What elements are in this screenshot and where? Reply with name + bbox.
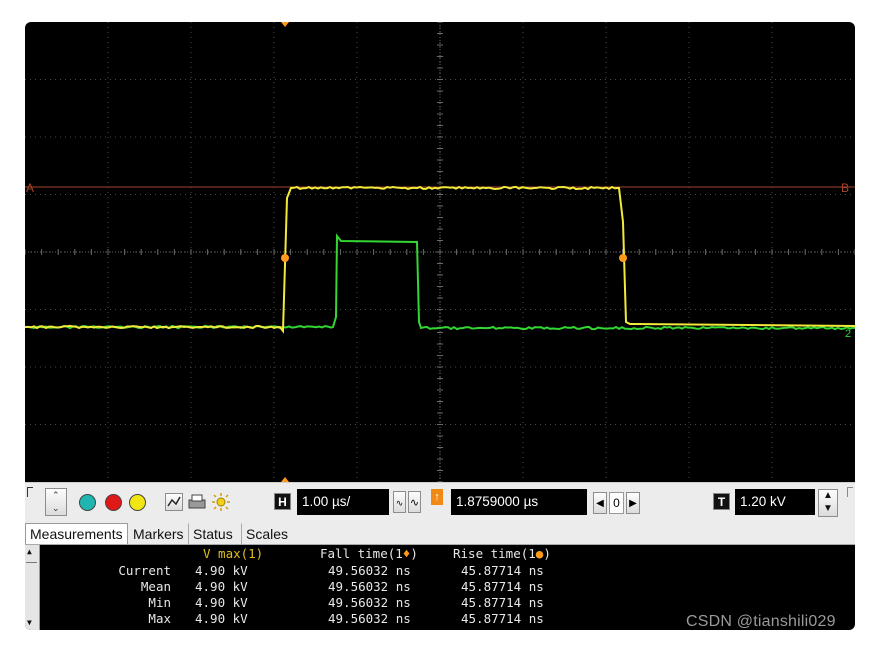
waveform-display[interactable]: A B 2 [25,22,855,482]
tab-markers[interactable]: Markers [128,523,189,544]
row-rise-time: 45.87714 ns [461,595,544,611]
row-vmax: 4.90 kV [195,611,248,627]
rise-time-marker-point [619,254,627,262]
row-vmax: 4.90 kV [195,595,248,611]
position-right-button[interactable]: ▶ [626,492,640,514]
scroll-up-icon[interactable]: ▲ [27,547,32,556]
oscilloscope-window: A B 2 ⌃ ⌄ H 1.00 µs/ ∿ ∿ ↑ 1.8759000 µs … [25,22,855,630]
waveform-svg: A B 2 [25,22,855,482]
row-fall-time: 49.56032 ns [328,595,411,611]
top-trigger-marker [281,22,289,27]
row-label: Current [109,563,171,579]
header-fall-time: Fall time(1♦) [320,546,418,562]
toolbar-end-grip-icon [847,487,853,497]
tab-scales[interactable]: Scales [241,523,293,544]
trigger-level-spinner[interactable]: ▲ ▼ [818,489,838,517]
header-vmax: V max(1) [203,546,263,562]
channel-yellow-button[interactable] [129,494,146,511]
row-fall-time: 49.56032 ns [328,579,411,595]
row-rise-time: 45.87714 ns [461,563,544,579]
row-fall-time: 49.56032 ns [328,563,411,579]
row-label: Max [109,611,171,627]
row-label: Mean [109,579,171,595]
channel-cyan-button[interactable] [79,494,96,511]
vertical-scroll-button[interactable]: ⌃ ⌄ [45,488,67,516]
marker-b-label: B [841,181,849,195]
row-rise-time: 45.87714 ns [461,611,544,627]
marker-a-label: A [26,181,34,195]
coarse-adjust-icon[interactable]: ∿ [408,491,421,513]
header-rise-time: Rise time(1●) [453,546,551,562]
timebase-badge: H [274,493,291,510]
tab-bar: Measurements Markers Status Scales [25,521,855,545]
horizontal-position-field[interactable]: 1.8759000 µs [451,489,587,515]
position-left-button[interactable]: ◀ [593,492,607,514]
autoscale-icon[interactable] [165,493,183,511]
trigger-level-field[interactable]: 1.20 kV [735,489,815,515]
fall-time-marker-point [281,254,289,262]
channel-2-label: 2 [845,328,851,340]
print-icon[interactable] [187,493,207,511]
trigger-position-icon: ↑ [431,489,443,505]
control-toolbar: ⌃ ⌄ H 1.00 µs/ ∿ ∿ ↑ 1.8759000 µs ◀ 0 ▶ … [25,482,855,521]
delay-counter[interactable]: 0 [609,492,624,514]
row-vmax: 4.90 kV [195,563,248,579]
channel-red-button[interactable] [105,494,122,511]
row-label: Min [109,595,171,611]
timebase-field[interactable]: 1.00 µs/ [297,489,389,515]
fine-adjust-icon[interactable]: ∿ [393,491,406,513]
scroll-down-icon[interactable]: ▼ [27,618,32,627]
row-fall-time: 49.56032 ns [328,611,411,627]
row-vmax: 4.90 kV [195,579,248,595]
tab-measurements[interactable]: Measurements [25,523,128,544]
brightness-icon[interactable] [211,492,231,512]
watermark: CSDN @tianshili029 [686,613,836,631]
tab-status[interactable]: Status [188,523,238,544]
measurements-scrollbar[interactable]: ▲ ▼ [25,545,40,630]
drag-grip-icon[interactable] [27,487,33,497]
trigger-badge: T [713,493,730,510]
row-rise-time: 45.87714 ns [461,579,544,595]
graticule-grid [25,22,855,482]
